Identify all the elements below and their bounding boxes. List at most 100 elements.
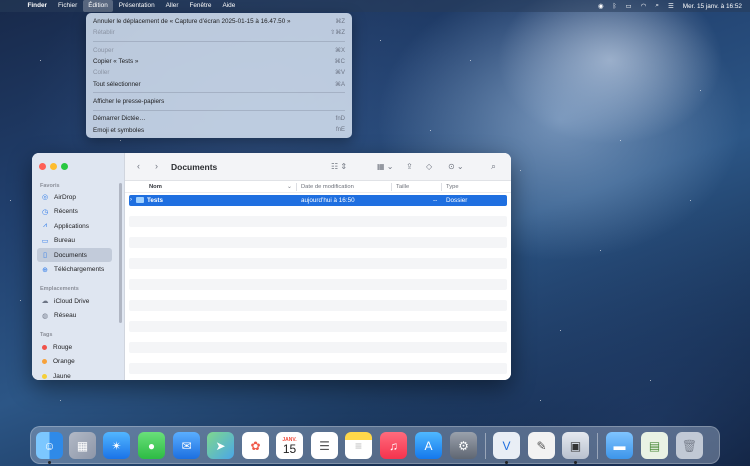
empty-row — [129, 300, 507, 311]
menu-separator — [93, 109, 345, 111]
menubar-clock[interactable]: Mer. 15 janv. à 16:52 — [683, 3, 742, 10]
group-view-icon[interactable]: ▦ ⌄ — [377, 162, 393, 171]
menu-item-show-clipboard[interactable]: Afficher le presse-papiers — [91, 96, 347, 107]
more-icon[interactable]: ⊙ ⌄ — [448, 162, 464, 171]
empty-row — [129, 237, 507, 248]
notes-icon[interactable]: ≡ — [345, 432, 372, 459]
back-icon[interactable]: ‹ — [137, 161, 140, 171]
mail-icon[interactable]: ✉ — [173, 432, 200, 459]
maps-icon[interactable]: ➤ — [207, 432, 234, 459]
bluetooth-icon[interactable]: ᛒ — [613, 3, 617, 10]
textedit-icon[interactable]: ✎ — [528, 432, 555, 459]
search-icon[interactable]: ⌕ — [655, 2, 659, 10]
photos-icon[interactable]: ✿ — [242, 432, 269, 459]
folder-icon — [136, 197, 144, 203]
sidebar-item-recents[interactable]: ◷ Récents — [37, 205, 112, 219]
menu-fenetre[interactable]: Fenêtre — [184, 0, 217, 12]
preview-icon[interactable]: ▣ — [562, 432, 589, 459]
menu-aller[interactable]: Aller — [160, 0, 184, 12]
column-headers: Nom ⌄ Date de modification Taille Type — [125, 181, 511, 193]
empty-row — [129, 342, 507, 353]
veracrypt-icon[interactable]: V — [493, 432, 520, 459]
sidebar-item-icloud[interactable]: ☁ iCloud Drive — [37, 294, 112, 308]
menu-separator — [93, 41, 345, 43]
menu-fichier[interactable]: Fichier — [53, 0, 83, 12]
orange-tag-icon — [42, 359, 47, 364]
column-size[interactable]: Taille — [396, 184, 409, 190]
empty-row — [129, 248, 507, 259]
file-list: › Tests aujourd’hui à 16:50 -- Dossier — [129, 195, 507, 374]
dock-separator — [485, 433, 486, 459]
menu-item-paste: Coller ⌘V — [93, 69, 345, 77]
empty-row — [129, 332, 507, 343]
reminders-icon[interactable]: ☰ — [311, 432, 338, 459]
safari-icon[interactable]: ✴ — [103, 432, 130, 459]
menu-aide[interactable]: Aide — [217, 0, 241, 12]
wifi-icon[interactable]: ◠ — [641, 2, 647, 10]
forward-icon[interactable]: › — [155, 161, 158, 171]
control-center-icon[interactable]: ☰ — [668, 2, 674, 10]
record-icon[interactable]: ◉ — [598, 2, 604, 10]
music-icon[interactable]: ♫ — [380, 432, 407, 459]
zoom-button[interactable] — [61, 163, 68, 170]
menu-item-undo[interactable]: Annuler le déplacement de « Capture d’éc… — [91, 16, 347, 27]
menu-item-select-all[interactable]: Tout sélectionner ⌘A — [91, 78, 347, 89]
column-date[interactable]: Date de modification — [301, 184, 354, 190]
empty-row — [129, 216, 507, 227]
sidebar-item-airdrop[interactable]: ◎ AirDrop — [37, 190, 112, 204]
empty-row — [129, 321, 507, 332]
system-settings-icon[interactable]: ⚙ — [450, 432, 477, 459]
empty-row — [129, 227, 507, 238]
sidebar-tag-jaune[interactable]: Jaune — [37, 369, 112, 380]
app-store-icon[interactable]: A — [415, 432, 442, 459]
finder-toolbar: ‹ › Documents ☷ ⇕ ▦ ⌄ ⇪ ◇ ⊙ ⌄ ⌕ — [125, 153, 511, 181]
empty-row — [129, 363, 507, 374]
sidebar-scrollbar[interactable] — [119, 183, 122, 323]
sidebar-item-documents[interactable]: ▯ Documents — [37, 248, 112, 262]
messages-icon[interactable]: ● — [138, 432, 165, 459]
launchpad-icon[interactable]: ▦ — [69, 432, 96, 459]
menu-bar: Finder Fichier Édition Présentation Alle… — [0, 0, 750, 12]
download-icon: ⊕ — [42, 266, 48, 274]
menu-item-emoji[interactable]: Emoji et symboles fnE — [91, 124, 347, 135]
sidebar-tag-rouge[interactable]: Rouge — [37, 340, 112, 354]
network-icon: ◍ — [41, 312, 49, 320]
menu-item-redo: Rétablir ⇧⌘Z — [93, 29, 345, 37]
share-icon[interactable]: ⇪ — [406, 162, 413, 171]
search-icon[interactable]: ⌕ — [491, 161, 496, 172]
list-view-icon[interactable]: ☷ ⇕ — [331, 162, 347, 171]
edit-menu-dropdown: Annuler le déplacement de « Capture d’éc… — [86, 13, 352, 138]
battery-icon[interactable]: ▭ — [625, 2, 631, 10]
window-title: Documents — [171, 162, 218, 172]
empty-row — [129, 279, 507, 290]
close-button[interactable] — [39, 163, 46, 170]
menu-separator — [93, 92, 345, 94]
disclosure-triangle-icon[interactable]: › — [130, 197, 132, 203]
folder-icon[interactable]: ▬ — [606, 432, 633, 459]
empty-row — [129, 258, 507, 269]
column-type[interactable]: Type — [446, 184, 459, 190]
table-row[interactable]: › Tests aujourd’hui à 16:50 -- Dossier — [129, 195, 507, 206]
column-name[interactable]: Nom — [149, 184, 162, 190]
finder-content: ‹ › Documents ☷ ⇕ ▦ ⌄ ⇪ ◇ ⊙ ⌄ ⌕ Nom ⌄ Da… — [125, 153, 511, 380]
menu-item-dictation[interactable]: Démarrer Dictée… fnD — [91, 113, 347, 124]
menu-finder[interactable]: Finder — [22, 0, 53, 12]
sidebar-item-telechargements[interactable]: ⊕ Téléchargements — [37, 263, 112, 277]
sidebar-item-reseau[interactable]: ◍ Réseau — [37, 309, 112, 323]
window-controls — [39, 163, 68, 170]
tag-icon[interactable]: ◇ — [426, 162, 432, 171]
empty-row — [129, 206, 507, 217]
trash-icon[interactable]: 🗑 — [676, 432, 703, 459]
menu-edition[interactable]: Édition — [82, 0, 114, 12]
menu-presentation[interactable]: Présentation — [113, 0, 160, 12]
minimize-button[interactable] — [50, 163, 57, 170]
airdrop-icon: ◎ — [41, 194, 49, 201]
downloads-stack-icon[interactable]: ▤ — [641, 432, 668, 459]
document-icon: ▯ — [43, 252, 47, 259]
sidebar-item-applications[interactable]: ⩘ Applications — [37, 219, 112, 233]
menu-item-copy[interactable]: Copier « Tests » ⌘C — [91, 56, 347, 67]
calendar-icon[interactable]: JANV. 15 — [276, 432, 303, 459]
finder-icon[interactable]: ☺ — [36, 432, 63, 459]
sidebar-item-bureau[interactable]: ▭ Bureau — [37, 234, 112, 248]
sidebar-tag-orange[interactable]: Orange — [37, 355, 112, 369]
